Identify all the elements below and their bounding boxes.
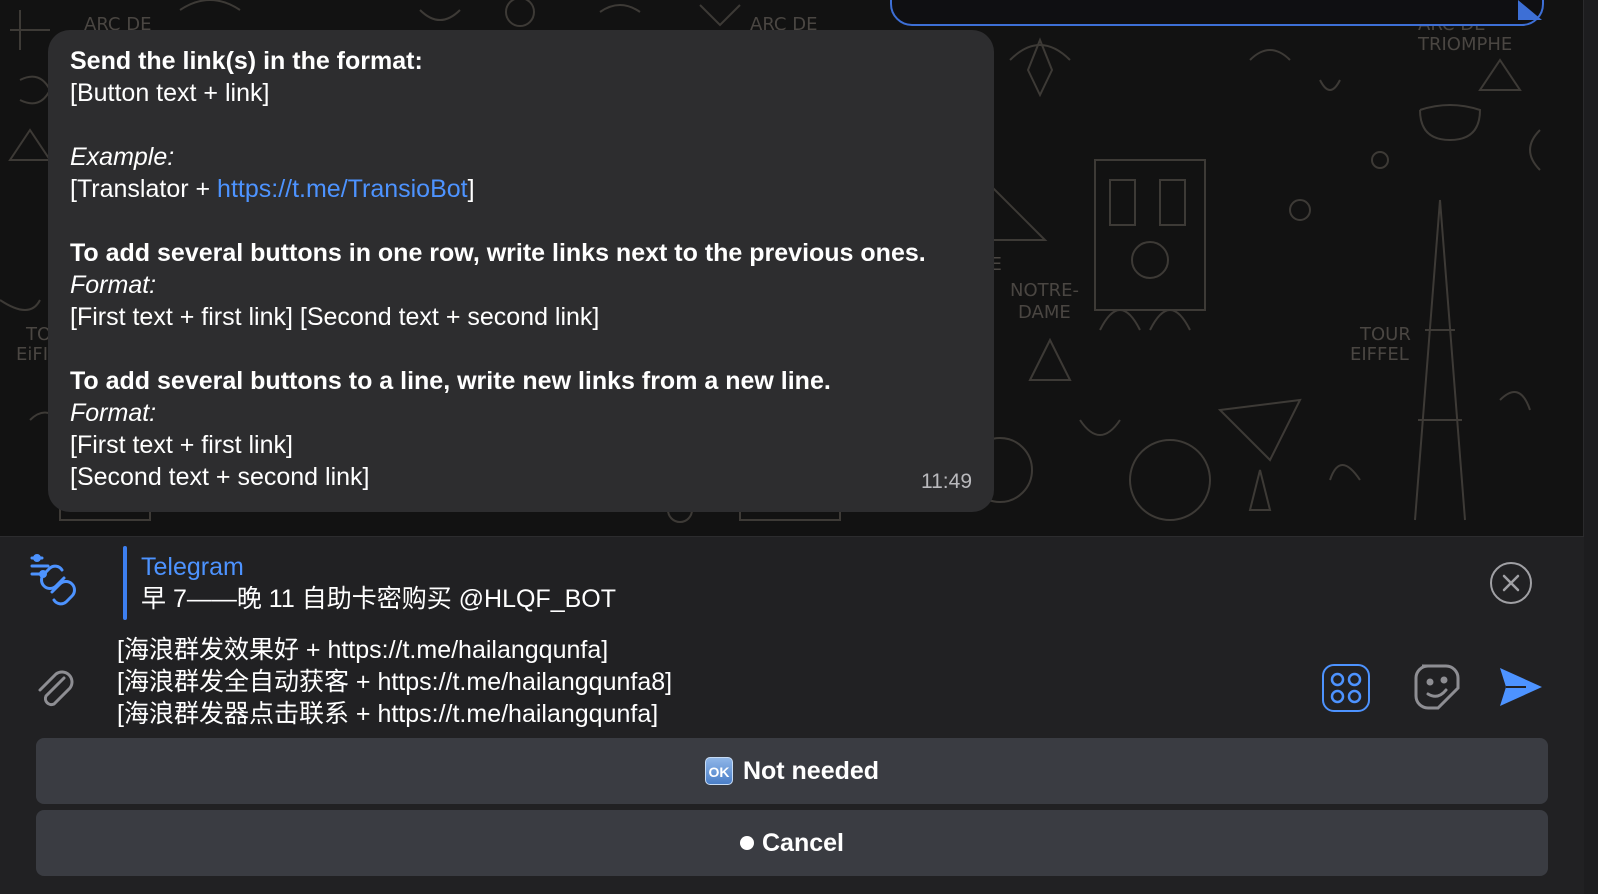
window-scroll-edge [1583, 0, 1598, 894]
input-line: [海浪群发全自动获客 + https://t.me/hailangqunfa8] [117, 668, 673, 696]
previous-outgoing-message [890, 0, 1544, 26]
wall-text-dame: DAME [1018, 302, 1071, 323]
message-line-example: [Translator + https://t.me/TransioBot] [70, 173, 972, 205]
cancel-button[interactable]: Cancel [36, 810, 1548, 876]
link-settings-icon[interactable] [28, 552, 86, 610]
grid-icon [1330, 672, 1362, 704]
message-line: [First text + first link] [70, 431, 293, 459]
telegram-chat-window: NOTRE- DAME TOUR EIFFEL ARC DE TRIOMPHE … [0, 0, 1598, 894]
reply-title: Telegram [141, 553, 244, 581]
message-line: [First text + first link] [Second text +… [70, 303, 600, 331]
paperclip-icon [38, 670, 74, 707]
wall-text-eiffel: EIFFEL [1350, 344, 1409, 365]
message-input[interactable]: [海浪群发效果好 + https://t.me/hailangqunfa] [海… [117, 634, 672, 730]
message-line: Format: [70, 399, 157, 427]
message-line: Format: [70, 271, 157, 299]
example-suffix: ] [467, 175, 475, 203]
reply-accent-bar [123, 546, 127, 620]
not-needed-label: Not needed [742, 756, 880, 785]
message-line: [Second text + second link] [70, 463, 370, 491]
message-line: Example: [70, 143, 175, 171]
wall-text-notre: NOTRE- [1010, 280, 1079, 301]
close-icon [1502, 574, 1520, 592]
cancel-label: Cancel [762, 828, 844, 857]
sticker-face-icon [1414, 664, 1460, 710]
bot-message-bubble: Send the link(s) in the format: [Button … [48, 30, 994, 512]
message-line: To add several buttons in one row, write… [70, 239, 926, 267]
not-needed-button[interactable]: OK Not needed [36, 738, 1548, 804]
message-gap [70, 109, 972, 141]
send-button[interactable] [1496, 664, 1546, 710]
example-prefix: [Translator + [70, 175, 218, 203]
wall-text-tour: TOUR [1359, 324, 1411, 345]
reply-text: 早 7——晚 11 自助卡密购买 @HLQF_BOT [141, 585, 616, 613]
wall-text-triomphe: TRIOMPHE [1417, 34, 1512, 55]
wall-text-eif: EiFI [16, 344, 48, 365]
message-line: To add several buttons to a line, write … [70, 367, 831, 395]
attach-button[interactable] [34, 664, 78, 712]
message-line: [Button text + link] [70, 79, 270, 107]
send-icon [1500, 668, 1542, 706]
close-reply-button[interactable] [1490, 562, 1532, 604]
message-line: Send the link(s) in the format: [70, 47, 423, 75]
input-line: [海浪群发效果好 + https://t.me/hailangqunfa] [117, 636, 609, 664]
message-gap [70, 333, 972, 365]
sticker-button[interactable] [1410, 660, 1464, 714]
input-line: [海浪群发器点击联系 + https://t.me/hailangqunfa] [117, 700, 659, 728]
message-gap [70, 205, 972, 237]
ok-badge-icon: OK [704, 757, 733, 785]
bot-link[interactable]: https://t.me/TransioBot [217, 175, 468, 203]
bot-menu-button[interactable] [1322, 664, 1370, 712]
message-time: 11:49 [921, 470, 972, 493]
dot-icon [740, 836, 754, 850]
